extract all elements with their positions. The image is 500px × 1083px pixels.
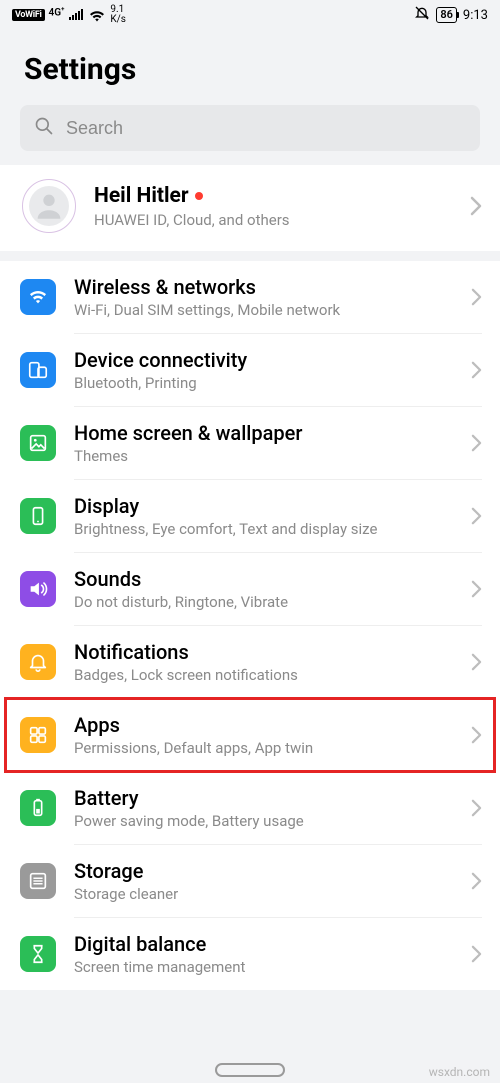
- row-text: Apps Permissions, Default apps, App twin: [74, 713, 453, 757]
- row-text: Digital balance Screen time management: [74, 932, 453, 976]
- row-title: Home screen & wallpaper: [74, 421, 453, 445]
- account-text: Heil Hitler HUAWEI ID, Cloud, and others: [94, 184, 452, 229]
- row-subtitle: Power saving mode, Battery usage: [74, 812, 453, 830]
- avatar-ring: [22, 179, 76, 233]
- row-text: Storage Storage cleaner: [74, 859, 453, 903]
- settings-list: Wireless & networks Wi-Fi, Dual SIM sett…: [0, 261, 500, 990]
- row-text: Home screen & wallpaper Themes: [74, 421, 453, 465]
- settings-screen: VoWiFi 4G+ 9.1 K/s 86 9:13 Settings: [0, 0, 500, 1083]
- chevron-right-icon: [471, 288, 482, 306]
- settings-row-display[interactable]: Display Brightness, Eye comfort, Text an…: [0, 480, 500, 552]
- page-title: Settings: [0, 30, 500, 105]
- status-left: VoWiFi 4G+ 9.1 K/s: [12, 5, 126, 25]
- apps-icon: [20, 717, 56, 753]
- home-indicator[interactable]: [215, 1063, 285, 1077]
- chevron-right-icon: [471, 799, 482, 817]
- search-container: [0, 105, 500, 165]
- row-title: Storage: [74, 859, 453, 883]
- account-section: Heil Hitler HUAWEI ID, Cloud, and others: [0, 165, 500, 251]
- network-gen-label: 4G+: [49, 6, 65, 18]
- row-title: Apps: [74, 713, 453, 737]
- chevron-right-icon: [471, 726, 482, 744]
- settings-row-notifications[interactable]: Notifications Badges, Lock screen notifi…: [0, 626, 500, 698]
- chevron-right-icon: [470, 196, 482, 216]
- row-text: Sounds Do not disturb, Ringtone, Vibrate: [74, 567, 453, 611]
- settings-row-storage[interactable]: Storage Storage cleaner: [0, 845, 500, 917]
- settings-row-device-connectivity[interactable]: Device connectivity Bluetooth, Printing: [0, 334, 500, 406]
- row-title: Digital balance: [74, 932, 453, 956]
- storage-icon: [20, 863, 56, 899]
- chevron-right-icon: [471, 945, 482, 963]
- chevron-right-icon: [471, 580, 482, 598]
- digital-balance-icon: [20, 936, 56, 972]
- chevron-right-icon: [471, 507, 482, 525]
- account-name: Heil Hitler: [94, 184, 452, 208]
- dnd-icon: [414, 5, 430, 25]
- settings-row-battery[interactable]: Battery Power saving mode, Battery usage: [0, 772, 500, 844]
- account-subtitle: HUAWEI ID, Cloud, and others: [94, 211, 452, 229]
- row-title: Notifications: [74, 640, 453, 664]
- row-subtitle: Do not disturb, Ringtone, Vibrate: [74, 593, 453, 611]
- row-title: Battery: [74, 786, 453, 810]
- watermark: wsxdn.com: [429, 1065, 490, 1079]
- row-text: Battery Power saving mode, Battery usage: [74, 786, 453, 830]
- wifi-icon: [88, 9, 106, 22]
- avatar-icon: [29, 186, 69, 226]
- clock: 9:13: [463, 8, 488, 23]
- settings-row-apps[interactable]: Apps Permissions, Default apps, App twin: [6, 699, 494, 771]
- row-subtitle: Brightness, Eye comfort, Text and displa…: [74, 520, 453, 538]
- highlight-apps: Apps Permissions, Default apps, App twin: [6, 699, 494, 771]
- signal-icon: [68, 9, 84, 21]
- notifications-icon: [20, 644, 56, 680]
- settings-row-home-screen[interactable]: Home screen & wallpaper Themes: [0, 407, 500, 479]
- chevron-right-icon: [471, 434, 482, 452]
- row-text: Display Brightness, Eye comfort, Text an…: [74, 494, 453, 538]
- row-title: Device connectivity: [74, 348, 453, 372]
- row-text: Notifications Badges, Lock screen notifi…: [74, 640, 453, 684]
- notification-dot-icon: [195, 192, 203, 200]
- row-text: Wireless & networks Wi-Fi, Dual SIM sett…: [74, 275, 453, 319]
- row-subtitle: Badges, Lock screen notifications: [74, 666, 453, 684]
- settings-row-digital-balance[interactable]: Digital balance Screen time management: [0, 918, 500, 990]
- vowifi-badge: VoWiFi: [12, 9, 45, 21]
- search-icon: [34, 116, 54, 140]
- account-row[interactable]: Heil Hitler HUAWEI ID, Cloud, and others: [0, 165, 500, 251]
- display-icon: [20, 498, 56, 534]
- search-bar[interactable]: [20, 105, 480, 151]
- wifi-tile-icon: [20, 279, 56, 315]
- settings-row-wireless[interactable]: Wireless & networks Wi-Fi, Dual SIM sett…: [0, 261, 500, 333]
- device-connectivity-icon: [20, 352, 56, 388]
- row-subtitle: Wi-Fi, Dual SIM settings, Mobile network: [74, 301, 453, 319]
- row-title: Display: [74, 494, 453, 518]
- settings-row-sounds[interactable]: Sounds Do not disturb, Ringtone, Vibrate: [0, 553, 500, 625]
- row-title: Wireless & networks: [74, 275, 453, 299]
- search-input[interactable]: [66, 118, 466, 139]
- battery-indicator: 86: [436, 7, 457, 23]
- sounds-icon: [20, 571, 56, 607]
- row-subtitle: Screen time management: [74, 958, 453, 976]
- row-subtitle: Storage cleaner: [74, 885, 453, 903]
- row-text: Device connectivity Bluetooth, Printing: [74, 348, 453, 392]
- status-bar: VoWiFi 4G+ 9.1 K/s 86 9:13: [0, 0, 500, 30]
- net-rate: 9.1 K/s: [110, 5, 126, 25]
- status-right: 86 9:13: [414, 5, 488, 25]
- row-subtitle: Bluetooth, Printing: [74, 374, 453, 392]
- row-subtitle: Themes: [74, 447, 453, 465]
- battery-icon: [20, 790, 56, 826]
- chevron-right-icon: [471, 872, 482, 890]
- row-title: Sounds: [74, 567, 453, 591]
- wallpaper-icon: [20, 425, 56, 461]
- chevron-right-icon: [471, 361, 482, 379]
- chevron-right-icon: [471, 653, 482, 671]
- row-subtitle: Permissions, Default apps, App twin: [74, 739, 453, 757]
